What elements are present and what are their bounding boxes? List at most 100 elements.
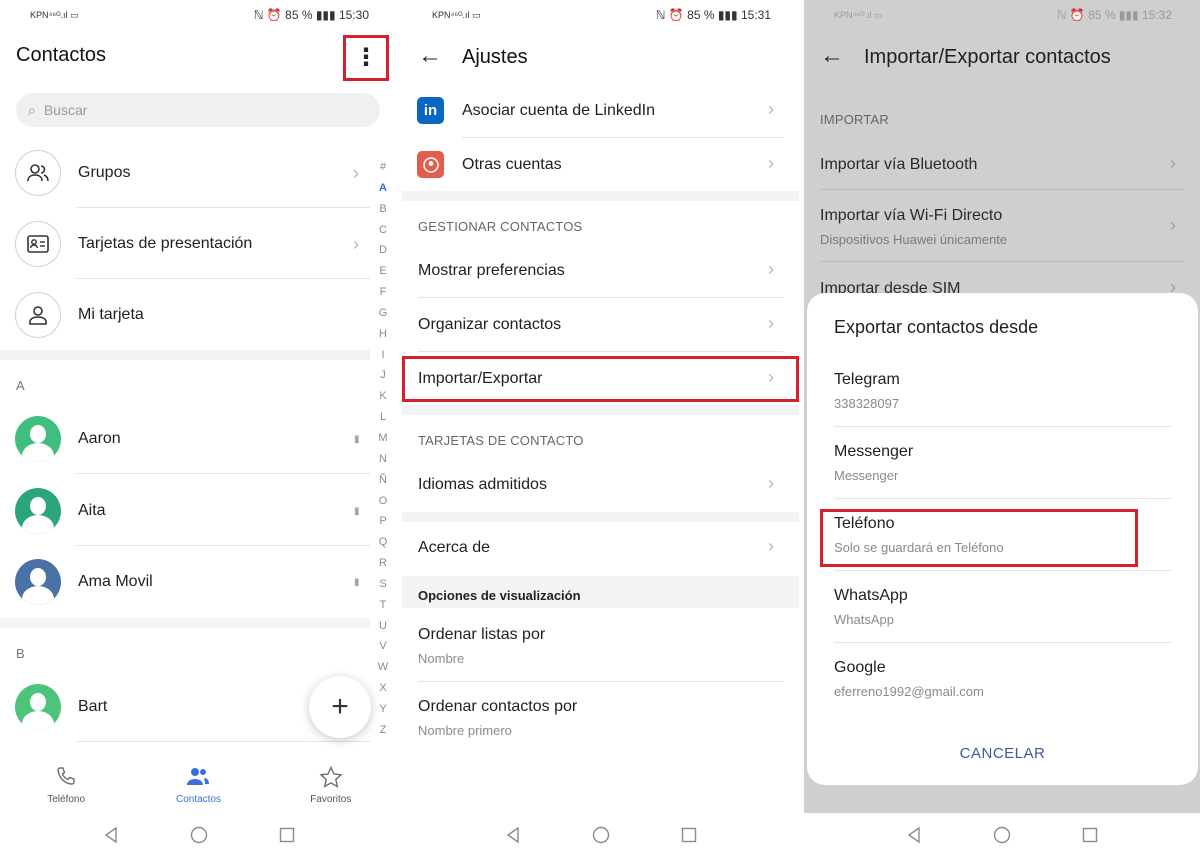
back-nav-icon[interactable]: [100, 824, 122, 846]
back-arrow-icon[interactable]: ←: [820, 42, 844, 70]
plus-icon: +: [331, 690, 349, 723]
alphabet-index[interactable]: # A B C D E F G H I J K L M N Ñ O P Q R S T U V W X Y Z: [376, 157, 390, 741]
index-letter[interactable]: J: [380, 365, 386, 386]
add-contact-button[interactable]: +: [309, 676, 371, 738]
index-letter[interactable]: C: [379, 220, 387, 241]
tab-contactos[interactable]: Contactos: [132, 758, 264, 813]
home-nav-icon[interactable]: [590, 824, 612, 846]
index-letter[interactable]: T: [380, 595, 387, 616]
linkedin-account-row[interactable]: in Asociar cuenta de LinkedIn ›: [402, 84, 799, 138]
carrier-text: KPN⁴⁶ᴳ.ıl ▭: [834, 10, 883, 20]
home-nav-icon[interactable]: [188, 824, 210, 846]
recents-nav-icon[interactable]: [1079, 824, 1101, 846]
carrier-text: KPN⁴⁶ᴳ.ıl ▭: [432, 10, 481, 20]
index-letter[interactable]: Ñ: [379, 470, 387, 491]
index-letter[interactable]: I: [381, 345, 384, 366]
index-letter[interactable]: Y: [379, 699, 386, 720]
contact-row[interactable]: Aaron ▮: [0, 404, 370, 474]
contact-row[interactable]: Ama Movil ▮: [0, 547, 370, 617]
tab-telefono[interactable]: Teléfono: [0, 758, 132, 813]
row-value: Nombre primero: [418, 723, 512, 738]
index-letter[interactable]: N: [379, 449, 387, 470]
back-arrow-icon[interactable]: ←: [418, 42, 442, 70]
more-options-button[interactable]: ⋮: [343, 35, 389, 81]
row-label: Otras cuentas: [462, 156, 562, 173]
index-letter[interactable]: G: [379, 303, 388, 324]
tab-favoritos[interactable]: Favoritos: [265, 758, 397, 813]
row-label: Organizar contactos: [418, 316, 562, 333]
index-letter[interactable]: R: [379, 553, 387, 574]
index-letter[interactable]: Q: [379, 532, 388, 553]
linkedin-icon: in: [417, 97, 444, 124]
import-wifi-direct-row[interactable]: Importar vía Wi-Fi Directo Dispositivos …: [804, 190, 1200, 262]
option-subtitle: Messenger: [834, 468, 899, 483]
chevron-right-icon: ›: [768, 153, 774, 173]
tab-label: Contactos: [175, 794, 221, 805]
back-nav-icon[interactable]: [903, 824, 925, 846]
search-bar[interactable]: ⌕: [16, 93, 380, 127]
avatar: [15, 488, 61, 534]
chevron-right-icon: ›: [768, 536, 774, 556]
chevron-right-icon: ›: [1170, 153, 1176, 173]
recents-nav-icon[interactable]: [678, 824, 700, 846]
index-letter[interactable]: #: [380, 157, 386, 178]
option-subtitle: 338328097: [834, 396, 900, 411]
import-bluetooth-row[interactable]: Importar vía Bluetooth ›: [804, 138, 1200, 190]
about-row[interactable]: Acerca de ›: [402, 521, 799, 575]
recents-nav-icon[interactable]: [276, 824, 298, 846]
back-nav-icon[interactable]: [502, 824, 524, 846]
index-letter[interactable]: B: [379, 199, 386, 220]
contacts-screen: KPN⁴⁶ᴳ.ıl ▭ ℕ ⏰ 85 % ▮▮▮ 15:30 Contactos…: [0, 0, 397, 857]
index-letter[interactable]: V: [379, 636, 386, 657]
index-letter[interactable]: D: [379, 240, 387, 261]
cancel-button[interactable]: CANCELAR: [807, 745, 1198, 762]
groups-row[interactable]: Grupos ›: [0, 138, 370, 208]
other-accounts-row[interactable]: Otras cuentas ›: [402, 138, 799, 192]
index-letter[interactable]: E: [379, 261, 386, 282]
chevron-right-icon: ›: [353, 233, 359, 254]
sort-lists-row[interactable]: Ordenar listas por Nombre: [402, 610, 799, 682]
index-letter[interactable]: Z: [380, 720, 387, 741]
index-letter[interactable]: H: [379, 324, 387, 345]
display-preferences-row[interactable]: Mostrar preferencias ›: [402, 244, 799, 298]
index-letter[interactable]: X: [379, 678, 386, 699]
export-option-messenger[interactable]: Messenger Messenger: [834, 427, 1172, 499]
my-card-row[interactable]: Mi tarjeta: [0, 280, 370, 350]
organize-contacts-row[interactable]: Organizar contactos ›: [402, 298, 799, 352]
export-option-whatsapp[interactable]: WhatsApp WhatsApp: [834, 571, 1172, 643]
supported-languages-row[interactable]: Idiomas admitidos ›: [402, 458, 799, 512]
carrier-text: KPN⁴⁶ᴳ.ıl ▭: [30, 10, 79, 20]
status-bar: KPN⁴⁶ᴳ.ıl ▭ ℕ ⏰ 85 % ▮▮▮ 15:30: [0, 0, 397, 30]
index-letter[interactable]: A: [379, 178, 387, 199]
export-option-google[interactable]: Google eferreno1992@gmail.com: [834, 643, 1172, 715]
index-letter[interactable]: P: [379, 511, 386, 532]
index-letter[interactable]: L: [380, 407, 386, 428]
dialog-title: Exportar contactos desde: [834, 317, 1039, 337]
business-cards-row[interactable]: Tarjetas de presentación ›: [0, 209, 370, 279]
row-label: Asociar cuenta de LinkedIn: [462, 102, 656, 119]
bottom-tab-bar: Teléfono Contactos Favoritos: [0, 758, 397, 813]
index-letter[interactable]: F: [380, 282, 387, 303]
settings-screen: KPN⁴⁶ᴳ.ıl ▭ ℕ ⏰ 85 % ▮▮▮ 15:31 ← Ajustes…: [402, 0, 799, 857]
index-letter[interactable]: M: [378, 428, 387, 449]
home-nav-icon[interactable]: [991, 824, 1013, 846]
sort-contacts-row[interactable]: Ordenar contactos por Nombre primero: [402, 682, 799, 754]
section-letter: B: [16, 646, 25, 661]
contact-row[interactable]: Aita ▮: [0, 476, 370, 546]
document-icon: ▮: [354, 433, 360, 445]
export-option-telegram[interactable]: Telegram 338328097: [834, 355, 1172, 427]
index-letter[interactable]: K: [379, 386, 386, 407]
tab-label: Favoritos: [310, 794, 352, 805]
system-nav-bar: [402, 813, 799, 857]
index-letter[interactable]: W: [378, 657, 388, 678]
index-letter[interactable]: U: [379, 616, 387, 637]
row-label: Importar vía Bluetooth: [820, 156, 978, 173]
index-letter[interactable]: S: [379, 574, 386, 595]
document-icon: ▮: [354, 505, 360, 517]
export-dialog: Exportar contactos desde Telegram 338328…: [807, 293, 1198, 785]
highlight-box: [402, 356, 799, 402]
page-title: Importar/Exportar contactos: [864, 46, 1111, 68]
index-letter[interactable]: O: [379, 491, 388, 512]
option-label: Google: [834, 659, 886, 676]
search-input[interactable]: [43, 102, 344, 118]
